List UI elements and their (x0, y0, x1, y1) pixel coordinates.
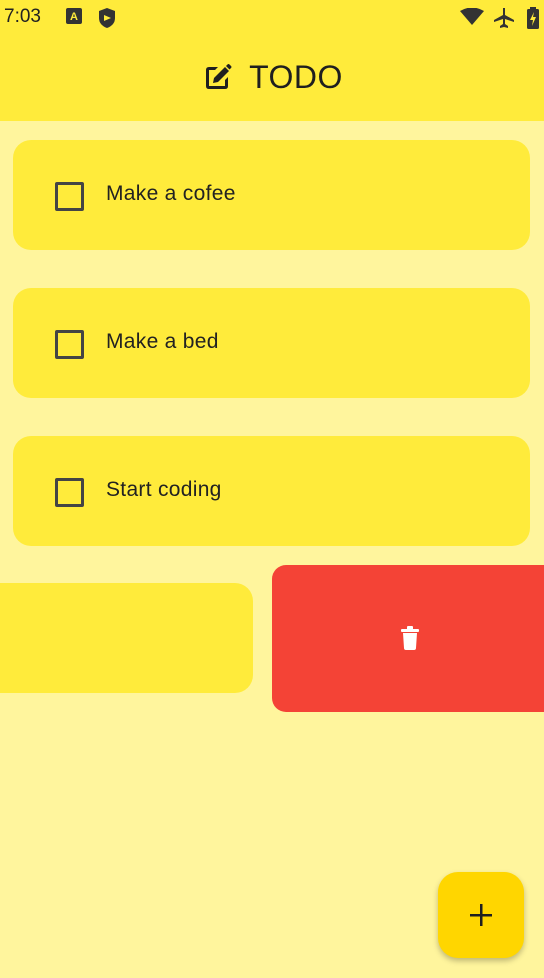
todo-label: Make a cofee (106, 182, 236, 205)
todo-label: Make a bed (106, 330, 219, 353)
svg-text:A: A (70, 11, 78, 23)
battery-icon (527, 7, 539, 29)
todo-label: Start coding (106, 478, 222, 501)
todo-checkbox[interactable] (55, 182, 84, 211)
a-notification-icon: A (66, 8, 82, 24)
airplane-icon (494, 8, 514, 28)
edit-icon (206, 63, 232, 89)
app-bar: TODO (0, 34, 544, 121)
todo-item[interactable]: Make a cofee (13, 140, 530, 250)
plus-icon (470, 904, 492, 926)
add-todo-button[interactable] (438, 872, 524, 958)
todo-checkbox[interactable] (55, 330, 84, 359)
shield-icon (99, 8, 115, 28)
trash-icon[interactable] (400, 626, 420, 650)
todo-item[interactable]: Make a bed (13, 288, 530, 398)
app-bar-title-group: TODO (0, 34, 544, 121)
swipe-delete-background[interactable] (272, 565, 544, 712)
status-time: 7:03 (4, 6, 41, 27)
todo-item[interactable]: Start coding (13, 436, 530, 546)
todo-item-swiping[interactable] (0, 583, 253, 693)
wifi-icon (460, 8, 484, 25)
todo-checkbox[interactable] (55, 478, 84, 507)
status-bar: 7:03 A (0, 0, 544, 34)
page-title: TODO (249, 59, 343, 95)
